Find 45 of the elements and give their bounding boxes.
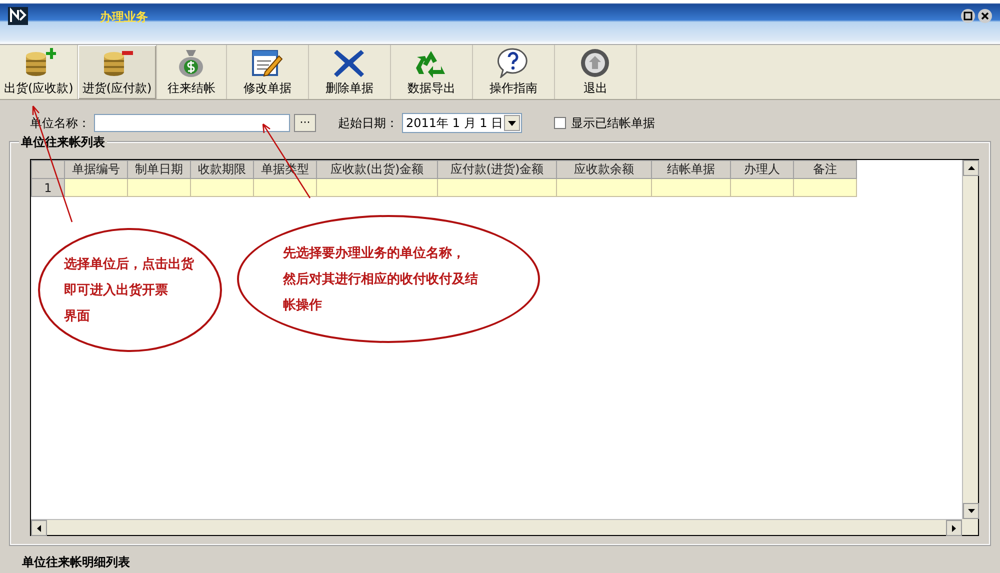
- notepad-pencil-icon: [251, 48, 284, 78]
- toolbar-button[interactable]: 出货(应收款): [0, 45, 78, 99]
- toolbar-button[interactable]: 退出: [554, 45, 637, 99]
- scroll-down-icon[interactable]: [968, 509, 974, 513]
- window-title: 办理业务: [100, 9, 148, 26]
- toolbar-button[interactable]: 进货(应付款): [78, 45, 157, 99]
- column-header: 制单日期: [128, 160, 190, 178]
- horizontal-scrollbar[interactable]: [31, 519, 962, 535]
- annotation-note: 先选择要办理业务的单位名称， 然后对其进行相应的收付收付及结 帐操作: [237, 215, 540, 343]
- start-date-label: 起始日期：: [338, 114, 398, 132]
- row-number: 1: [32, 178, 64, 196]
- delete-icon: [333, 48, 366, 78]
- maximize-icon[interactable]: [961, 9, 975, 23]
- dropdown-arrow-icon: [508, 120, 516, 126]
- scroll-left-icon[interactable]: [37, 524, 41, 532]
- app-logo-icon: [8, 7, 28, 25]
- checkbox[interactable]: [554, 117, 566, 129]
- browse-button[interactable]: ···: [294, 114, 316, 132]
- toolbar-button[interactable]: 数据导出: [390, 45, 473, 99]
- column-header: 应付款(进货)金额: [438, 160, 556, 178]
- close-icon[interactable]: [978, 9, 992, 23]
- vertical-scrollbar[interactable]: [962, 160, 978, 519]
- table-row[interactable]: 1: [32, 178, 856, 196]
- column-header: 应收款余额: [556, 160, 652, 178]
- annotation-note: 选择单位后，点击出货 即可进入出货开票 界面: [38, 228, 222, 352]
- toolbar-button[interactable]: 删除单据: [308, 45, 391, 99]
- column-header: 办理人: [730, 160, 794, 178]
- start-date-dropdown[interactable]: 2011年 1 月 1 日: [402, 113, 522, 133]
- scroll-up-icon[interactable]: [968, 166, 974, 170]
- section-title: 单位往来帐明细列表: [22, 554, 131, 571]
- column-header: 收款期限: [190, 160, 254, 178]
- unit-name-field[interactable]: [94, 114, 290, 132]
- exit-icon: [580, 48, 610, 78]
- scrollbar-corner: [962, 519, 978, 535]
- column-header: 应收款(出货)金额: [316, 160, 438, 178]
- toolbar-button[interactable]: 操作指南: [472, 45, 555, 99]
- toolbar-button[interactable]: 修改单据: [226, 45, 309, 99]
- group-title: 单位往来帐列表: [19, 134, 107, 151]
- toolbar-button[interactable]: 往来结帐: [156, 45, 227, 99]
- column-header: 备注: [794, 160, 856, 178]
- scroll-right-icon[interactable]: [952, 524, 956, 532]
- checkbox-label: 显示已结帐单据: [571, 114, 655, 132]
- help-icon: [497, 48, 530, 78]
- column-header: 结帐单据: [652, 160, 730, 178]
- column-header: 单据编号: [64, 160, 128, 178]
